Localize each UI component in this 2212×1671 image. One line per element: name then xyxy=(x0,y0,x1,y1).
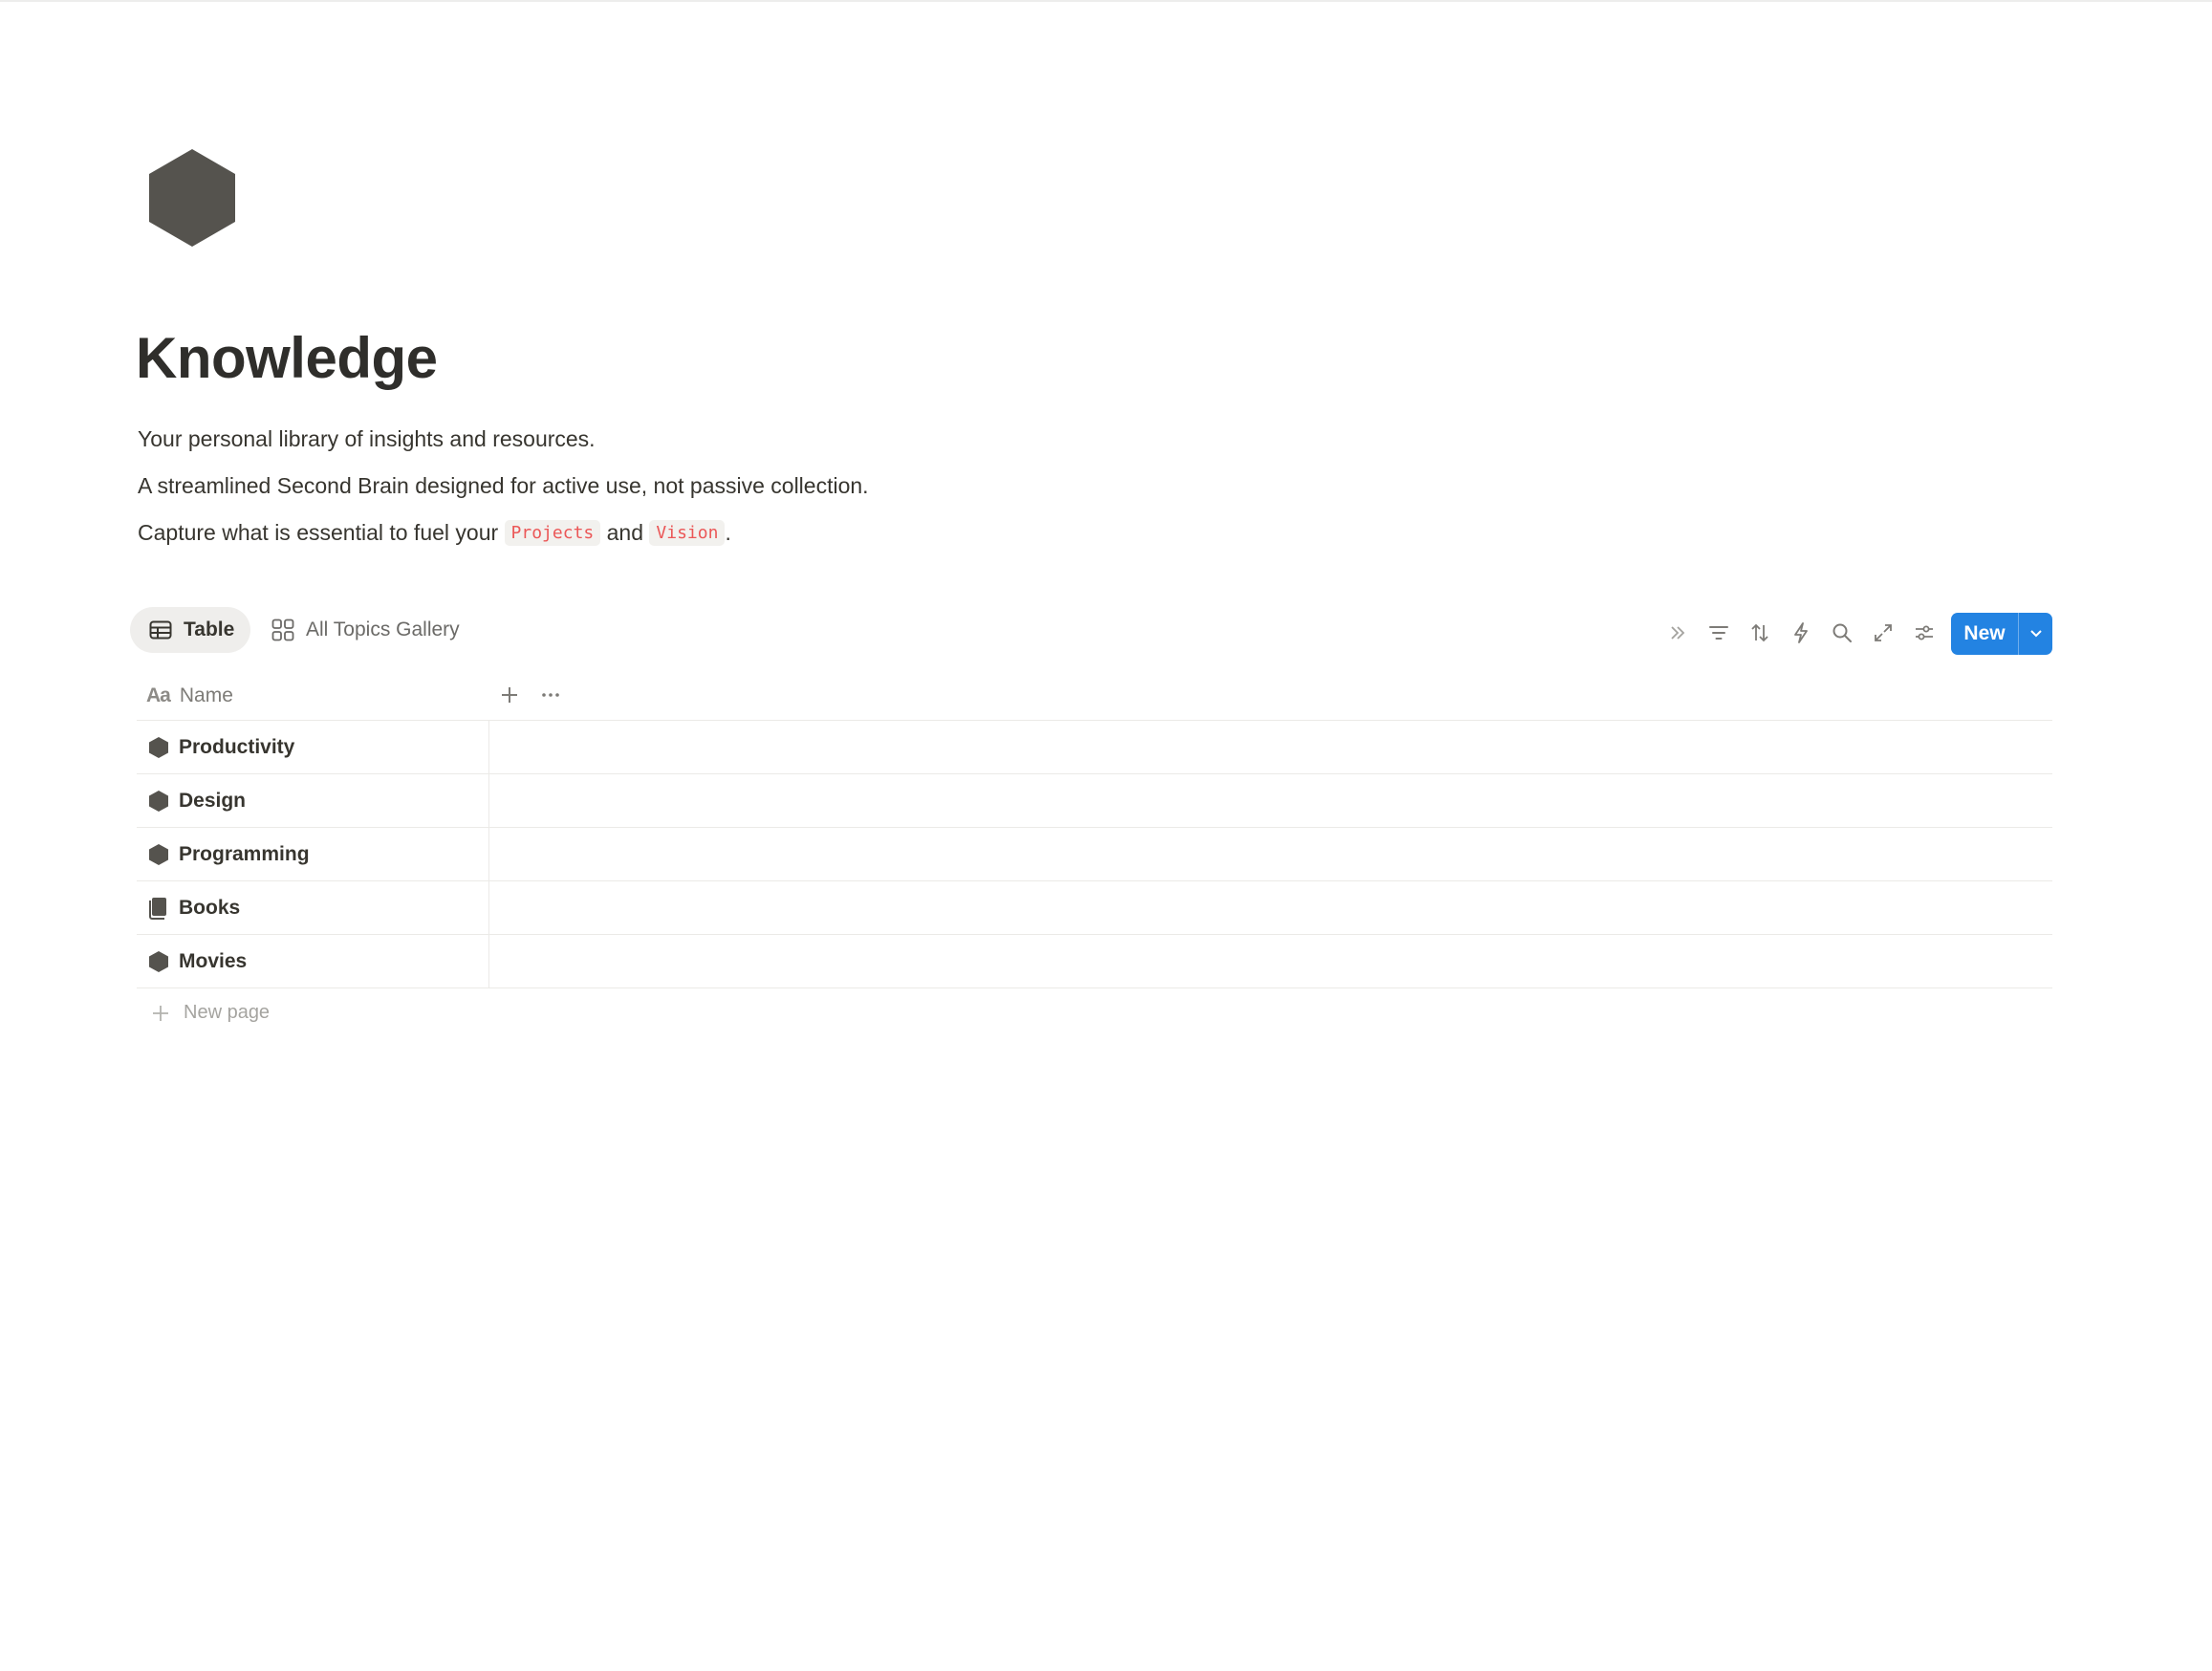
name-cell[interactable]: Productivity xyxy=(137,721,489,773)
table-row[interactable]: Movies xyxy=(137,935,2052,988)
name-cell[interactable]: Programming xyxy=(137,828,489,880)
top-divider xyxy=(0,0,2212,2)
double-chevron-icon[interactable] xyxy=(1659,614,1696,652)
table-row[interactable]: Books xyxy=(137,881,2052,935)
tab-gallery-label: All Topics Gallery xyxy=(306,618,460,640)
description-line-1: Your personal library of insights and re… xyxy=(138,426,596,451)
table-row[interactable]: Productivity xyxy=(137,721,2052,774)
row-title[interactable]: Movies xyxy=(179,950,247,973)
new-page-label: New page xyxy=(184,1002,271,1023)
expand-icon[interactable] xyxy=(1865,614,1901,652)
gallery-icon xyxy=(271,618,294,641)
table-row[interactable]: Design xyxy=(137,774,2052,828)
search-icon[interactable] xyxy=(1824,614,1860,652)
row-title[interactable]: Books xyxy=(179,897,240,920)
column-header-name[interactable]: Aa Name xyxy=(146,672,233,720)
name-cell[interactable]: Design xyxy=(137,774,489,827)
new-page-button[interactable]: New page xyxy=(151,1002,270,1024)
projects-code-tag: Projects xyxy=(504,520,601,546)
filter-icon[interactable] xyxy=(1701,614,1737,652)
table-body: Productivity Design Programming Books Mo… xyxy=(137,721,2052,988)
new-button-label[interactable]: New xyxy=(1951,613,2019,655)
name-cell[interactable]: Movies xyxy=(137,935,489,987)
tab-all-topics-gallery[interactable]: All Topics Gallery xyxy=(270,607,460,653)
database-toolbar xyxy=(1659,612,1947,654)
table-header: Aa Name xyxy=(137,672,2052,721)
hexagon-icon xyxy=(149,790,168,812)
row-title[interactable]: Design xyxy=(179,790,246,813)
vision-code-tag: Vision xyxy=(649,520,726,546)
description-middle: and xyxy=(606,520,644,545)
plus-icon xyxy=(153,1005,168,1021)
description-line-2: A streamlined Second Brain designed for … xyxy=(138,473,869,498)
description-suffix: . xyxy=(725,520,731,545)
lightning-icon[interactable] xyxy=(1783,614,1819,652)
hexagon-icon xyxy=(149,950,168,972)
column-header-label: Name xyxy=(179,684,233,706)
text-property-icon: Aa xyxy=(146,684,171,706)
row-title[interactable]: Productivity xyxy=(179,736,294,759)
description-line-3: Capture what is essential to fuel your P… xyxy=(138,517,731,549)
settings-sliders-icon[interactable] xyxy=(1906,614,1942,652)
hexagon-icon xyxy=(149,736,168,758)
tab-table[interactable]: Table xyxy=(130,607,250,653)
more-options-icon[interactable] xyxy=(539,684,562,711)
add-property-icon[interactable] xyxy=(498,684,521,711)
name-cell[interactable]: Books xyxy=(137,881,489,934)
chevron-down-icon[interactable] xyxy=(2019,613,2052,655)
row-title[interactable]: Programming xyxy=(179,843,310,866)
hexagon-icon[interactable] xyxy=(145,145,239,250)
table-row[interactable]: Programming xyxy=(137,828,2052,881)
new-button[interactable]: New xyxy=(1951,613,2052,655)
hexagon-icon xyxy=(149,843,168,865)
book-icon xyxy=(149,897,166,920)
page-title: Knowledge xyxy=(136,326,438,390)
tab-table-label: Table xyxy=(184,618,235,640)
sort-icon[interactable] xyxy=(1742,614,1778,652)
table-icon xyxy=(149,620,172,640)
description-prefix: Capture what is essential to fuel your xyxy=(138,520,499,545)
